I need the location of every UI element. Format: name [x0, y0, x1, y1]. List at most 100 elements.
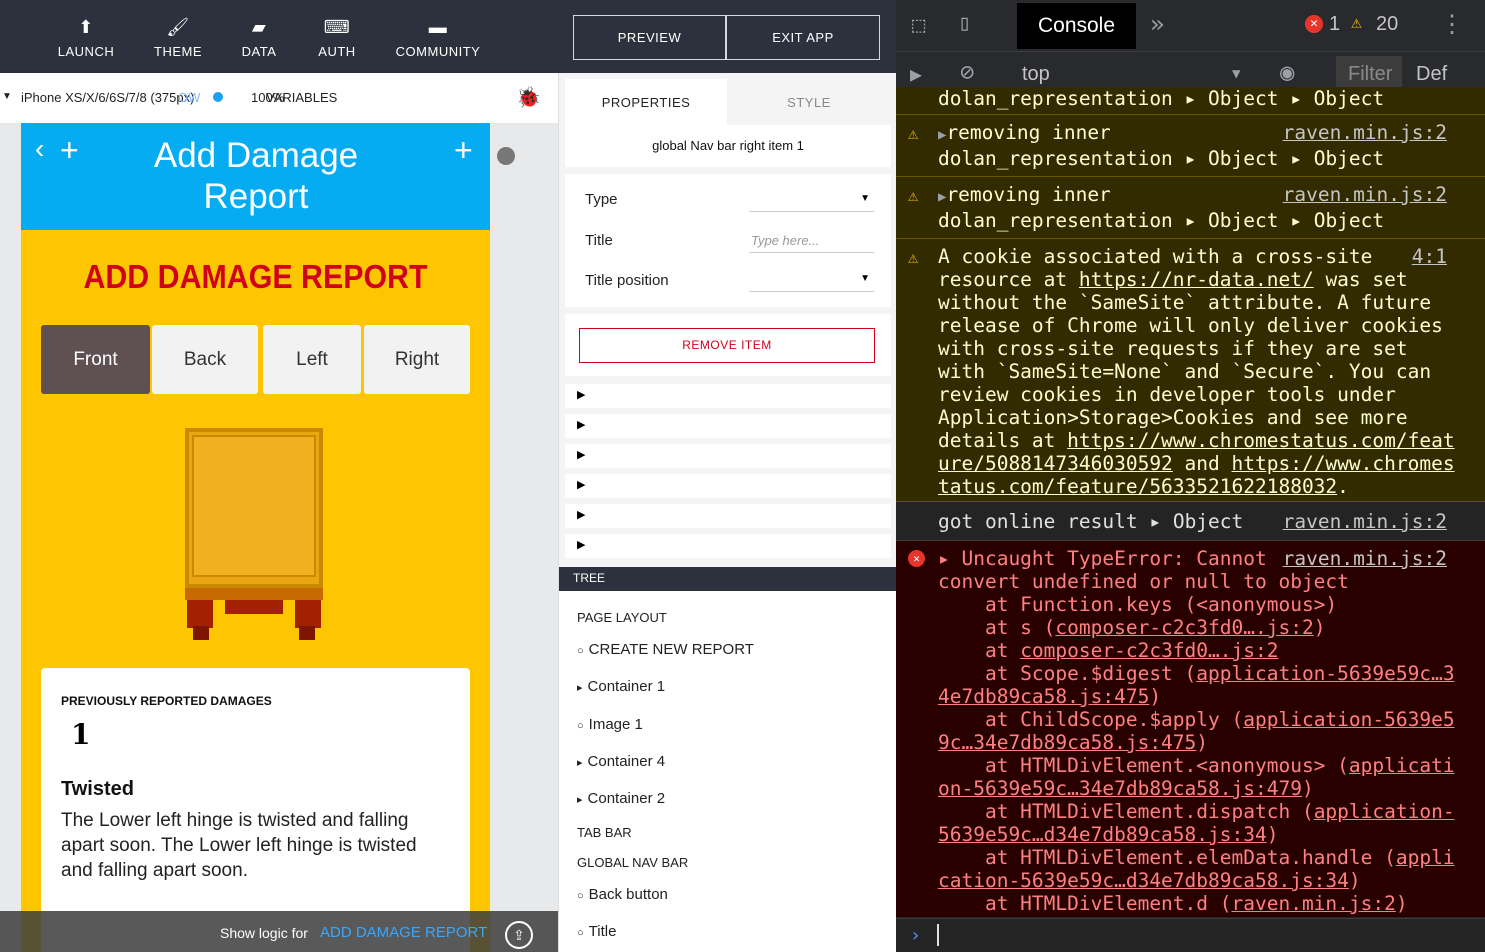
tab-style[interactable]: STYLE [727, 79, 891, 125]
community-nav-item[interactable]: ▬ COMMUNITY [393, 16, 483, 59]
url-link[interactable]: https://www.chromestatus.com/feat [1067, 429, 1454, 452]
zoom-slider-handle[interactable] [213, 92, 223, 102]
kebab-menu-icon[interactable]: ⋮ [1440, 10, 1464, 38]
warning-icon: ⚠ [908, 124, 919, 144]
tree-item-image-1[interactable]: ○ Image 1 [577, 716, 643, 733]
source-link[interactable]: raven.min.js:2 [1283, 183, 1447, 206]
console-prompt[interactable]: › [896, 918, 1485, 952]
url-link[interactable]: https://www.chromes [1232, 452, 1455, 475]
chevron-right-icon: ▶ [577, 479, 586, 491]
source-link[interactable]: raven.min.js:2 [1232, 892, 1396, 915]
url-link[interactable]: tatus.com/feature/5633521622188032 [938, 475, 1337, 498]
source-link[interactable]: 4e7db89ca58.js:475 [938, 685, 1149, 708]
stack-frame: 9c…34e7db89ca58.js:475) [938, 731, 1209, 754]
url-link[interactable]: ure/5088147346030592 [938, 452, 1173, 475]
collapsed-section[interactable]: ▶ [565, 474, 891, 498]
back-chevron-icon[interactable]: ‹ [35, 133, 44, 165]
tree-header: TREE [559, 567, 896, 591]
back-button[interactable]: Back [152, 325, 258, 394]
remove-item-button[interactable]: REMOVE ITEM [579, 328, 875, 363]
logic-bar: Show logic for ADD DAMAGE REPORT ⇪ [0, 911, 558, 952]
object-preview[interactable]: ▸ Object ▸ Object [1185, 147, 1385, 170]
right-button[interactable]: Right [364, 325, 470, 394]
collapsed-section[interactable]: ▶ [565, 414, 891, 438]
collapsed-section[interactable]: ▶ [565, 444, 891, 468]
left-button[interactable]: Left [263, 325, 361, 394]
sidebar-toggle-icon[interactable]: ▶ [910, 62, 922, 86]
expand-icon[interactable]: ▸ [577, 682, 583, 694]
source-link[interactable]: appli [1396, 846, 1455, 869]
source-link[interactable]: application- [1314, 800, 1455, 823]
bug-icon[interactable]: 🐞 [516, 85, 541, 110]
source-link[interactable]: application-5639e59c…3 [1196, 662, 1454, 685]
collapsed-section[interactable]: ▶ [565, 504, 891, 528]
preview-button[interactable]: PREVIEW [573, 15, 726, 60]
chevron-right-icon: ▶ [577, 389, 586, 401]
tree-item-back-button[interactable]: ○ Back button [577, 886, 668, 903]
add-right-icon[interactable]: + [454, 132, 473, 169]
source-link[interactable]: applicati [1349, 754, 1455, 777]
tab-properties[interactable]: PROPERTIES [565, 79, 727, 125]
chevron-down-icon[interactable]: ▼ [2, 91, 12, 102]
stack-frame: at HTMLDivElement.<anonymous> (applicati [938, 754, 1455, 777]
title-input[interactable]: Type here... [749, 231, 874, 253]
source-link[interactable]: 9c…34e7db89ca58.js:475 [938, 731, 1196, 754]
damages-card: PREVIOUSLY REPORTED DAMAGES 1 Twisted Th… [41, 668, 470, 952]
auth-nav-item[interactable]: ⌨ AUTH [292, 16, 382, 59]
source-link[interactable]: composer-c2c3fd0….js:2 [1055, 616, 1313, 639]
add-left-icon[interactable]: + [60, 132, 79, 169]
variables-button[interactable]: VARIABLES [266, 90, 337, 105]
data-nav-item[interactable]: ▰ DATA [214, 16, 304, 59]
url-link[interactable]: https://nr-data.net/ [1079, 268, 1314, 291]
source-link[interactable]: 4:1 [1412, 245, 1447, 268]
globe-icon[interactable] [497, 147, 515, 165]
source-link[interactable]: on-5639e59c…34e7db89ca58.js:479 [938, 777, 1302, 800]
type-select[interactable]: ▼ [749, 190, 874, 212]
stack-frame: on-5639e59c…34e7db89ca58.js:479) [938, 777, 1314, 800]
exit-app-button[interactable]: EXIT APP [726, 15, 880, 60]
type-label: Type [585, 191, 618, 208]
source-link[interactable]: raven.min.js:2 [1283, 121, 1447, 144]
context-select[interactable]: top [1022, 63, 1050, 86]
theme-nav-item[interactable]: 🖌 THEME [133, 16, 223, 59]
launch-nav-item[interactable]: ⬆ LAUNCH [41, 16, 131, 59]
tab-console[interactable]: Console [1017, 3, 1136, 49]
source-link[interactable]: composer-c2c3fd0….js:2 [1020, 639, 1278, 662]
eye-icon[interactable]: ◉ [1280, 58, 1294, 86]
share-icon[interactable]: ⇪ [505, 921, 533, 949]
phone-screen: ‹ + Add Damage Report + ADD DAMAGE REPOR… [21, 123, 490, 952]
more-tabs-icon[interactable]: » [1150, 10, 1164, 38]
source-link[interactable]: cation-5639e59c…d34e7db89ca58.js:34 [938, 869, 1349, 892]
source-link[interactable]: raven.min.js:2 [1283, 547, 1447, 570]
source-link[interactable]: 5639e59c…d34e7db89ca58.js:34 [938, 823, 1267, 846]
device-toggle-icon[interactable]: ▯ [958, 11, 971, 36]
cabinet-image [185, 428, 325, 640]
device-toolbar: ▼ iPhone XS/X/6/6S/7/8 (375px) OW 100% V… [0, 73, 558, 123]
tree-item-container-2[interactable]: ▸ Container 2 [577, 790, 665, 807]
tree-item-create-new-report[interactable]: ○ CREATE NEW REPORT [577, 641, 754, 658]
properties-form: Type ▼ Title Type here... Title position… [565, 174, 891, 307]
source-link[interactable]: raven.min.js:2 [1283, 510, 1447, 533]
object-preview[interactable]: ▸ Object [1149, 510, 1243, 533]
chevron-down-icon[interactable]: ▼ [1232, 66, 1240, 82]
stack-frame: at HTMLDivElement.dispatch (application- [938, 800, 1455, 823]
object-preview[interactable]: ▸ Object ▸ Object [1185, 209, 1385, 232]
expand-icon[interactable]: ▸ [577, 757, 583, 769]
logic-screen-link[interactable]: ADD DAMAGE REPORT [320, 924, 487, 941]
collapsed-section[interactable]: ▶ [565, 534, 891, 558]
device-select[interactable]: iPhone XS/X/6/6S/7/8 (375px) [21, 90, 194, 105]
inspect-icon[interactable]: ⬚ [912, 13, 925, 38]
tree-item-container-1[interactable]: ▸ Container 1 [577, 678, 665, 695]
tree-item-container-4[interactable]: ▸ Container 4 [577, 753, 665, 770]
tree-item-title[interactable]: ○ Title [577, 923, 616, 940]
collapsed-section[interactable]: ▶ [565, 384, 891, 408]
front-button[interactable]: Front [41, 325, 150, 394]
expand-icon[interactable]: ▸ [577, 794, 583, 806]
title-position-select[interactable]: ▼ [749, 270, 874, 292]
console-warning: ⚠ ▶removing inner dolan_representation ▸… [896, 177, 1485, 239]
clear-console-icon[interactable]: ⊘ [960, 58, 974, 86]
stack-frame: 4e7db89ca58.js:475) [938, 685, 1162, 708]
source-link[interactable]: application-5639e5 [1243, 708, 1454, 731]
default-levels-select[interactable]: Def [1416, 63, 1447, 86]
error-icon: ✕ [1305, 15, 1323, 33]
